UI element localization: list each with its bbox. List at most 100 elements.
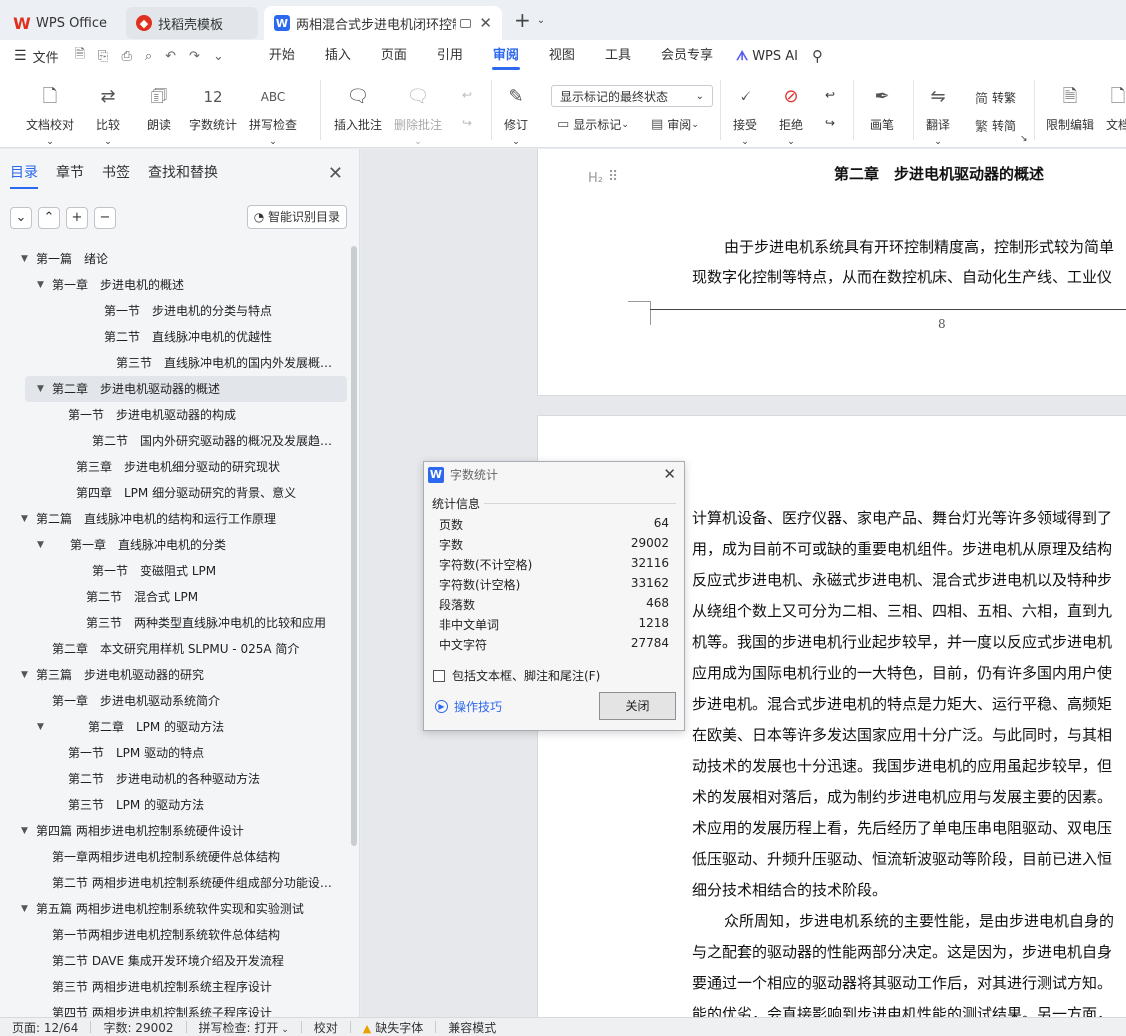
toc-item[interactable]: ▼ 第二章 LPM 的驱动方法 [0, 714, 352, 740]
to-simplified-button[interactable]: 繁 转简 [975, 116, 1016, 135]
tab-document[interactable]: W 两相混合式步进电机闭环控制系 ✕ [264, 6, 502, 40]
read-aloud-button[interactable]: 🗊 朗读 [147, 84, 171, 133]
toc-item[interactable]: 第一节 步进电机的分类与特点 [0, 298, 352, 324]
caret-down-icon[interactable]: ▼ [37, 532, 44, 558]
file-menu[interactable]: ☰ 文件 [14, 47, 59, 66]
new-tab-icon[interactable]: + [514, 8, 531, 32]
toc-item[interactable]: ▼ 第五篇 两相步进电机控制系统软件实现和实验测试 [0, 896, 352, 922]
review-pane-button[interactable]: ▤ 审阅 ⌄ [651, 116, 699, 133]
toc-item[interactable]: 第四章 LPM 细分驱动研究的背景、意义 [0, 480, 352, 506]
page-indicator[interactable]: 页面: 12/64 [0, 1019, 90, 1036]
toc-item[interactable]: 第三节 直线脉冲电机的国内外发展概… [0, 350, 352, 376]
tab-member[interactable]: 会员专享 [646, 40, 728, 72]
caret-down-icon[interactable]: ▼ [21, 506, 28, 532]
dialog-title-bar[interactable]: W 字数统计 [424, 462, 684, 487]
toc-item[interactable]: ▼ 第三篇 步进电机驱动器的研究 [0, 662, 352, 688]
translate-button[interactable]: ⇋ 翻译 ⌄ [926, 84, 950, 147]
toc-item-active[interactable]: ▼ 第二章 步进电机驱动器的概述 [25, 376, 347, 402]
proofread-button[interactable]: 🗋 文档校对 ⌄ [26, 84, 74, 147]
previous-comment-icon[interactable]: ↩ [462, 88, 472, 102]
tab-bookmarks[interactable]: 书签 [102, 149, 130, 197]
toc-item[interactable]: 第二节 国内外研究驱动器的概况及发展趋… [0, 428, 352, 454]
more-icon[interactable]: ⌄ [213, 49, 224, 64]
to-traditional-button[interactable]: 简 转繁 [975, 88, 1016, 107]
caret-down-icon[interactable]: ▼ [37, 376, 44, 402]
close-dialog-icon[interactable]: ✕ [663, 465, 676, 483]
toc-item[interactable]: 第二节 DAVE 集成开发环境介绍及开发流程 [0, 948, 352, 974]
caret-down-icon[interactable]: ▼ [21, 818, 28, 844]
tab-docer-templates[interactable]: ◆ 找稻壳模板 [126, 7, 258, 39]
accept-button[interactable]: 🗸 接受 ⌄ [733, 84, 757, 147]
toc-item[interactable]: 第三节 两种类型直线脉冲电机的比较和应用 [0, 610, 352, 636]
wps-ai-button[interactable]: ᗑ WPS AI [736, 49, 798, 64]
toc-item[interactable]: ▼ 第四篇 两相步进电机控制系统硬件设计 [0, 818, 352, 844]
toc-item[interactable]: 第三节 LPM 的驱动方法 [0, 792, 352, 818]
toc-item[interactable]: 第一章 步进电机驱动系统简介 [0, 688, 352, 714]
close-tab-icon[interactable]: ✕ [479, 14, 492, 32]
word-count-button[interactable]: 12 字数统计 [189, 84, 237, 133]
toc-item[interactable]: 第三章 步进电机细分驱动的研究现状 [0, 454, 352, 480]
toc-item[interactable]: 第一节 LPM 驱动的特点 [0, 740, 352, 766]
dialog-launcher-icon[interactable]: ↘ [1020, 134, 1028, 144]
tab-view[interactable]: 视图 [534, 40, 590, 72]
reject-button[interactable]: ⊘ 拒绝 ⌄ [779, 84, 803, 147]
word-count-indicator[interactable]: 字数: 29002 [91, 1019, 185, 1036]
tab-sections[interactable]: 章节 [56, 149, 84, 197]
search-icon[interactable]: ⚲ [812, 47, 823, 65]
save-icon[interactable]: 🗎 [75, 45, 85, 67]
tab-toc[interactable]: 目录 [10, 149, 38, 197]
close-pane-icon[interactable]: ✕ [328, 163, 343, 184]
smart-toc-button[interactable]: ◔ 智能识别目录 [246, 205, 347, 229]
toc-item[interactable]: 第一章两相步进电机控制系统硬件总体结构 [0, 844, 352, 870]
toc-item[interactable]: 第二节 直线脉冲电机的优越性 [0, 324, 352, 350]
caret-down-icon[interactable]: ▼ [37, 714, 44, 740]
caret-down-icon[interactable]: ▼ [21, 246, 28, 272]
caret-down-icon[interactable]: ▼ [37, 272, 44, 298]
document-page[interactable]: H₂ ⠿ 第二章 步进电机驱动器的概述 由于步进电机系统具有开环控制精度高，控制… [537, 149, 1126, 396]
toc-item[interactable]: ▼ 第一章 步进电机的概述 [0, 272, 352, 298]
drag-handle-icon[interactable]: ⠿ [608, 169, 618, 185]
checkbox-box[interactable] [433, 669, 445, 682]
tab-reference[interactable]: 引用 [422, 40, 478, 72]
tips-link[interactable]: ▶ 操作技巧 [435, 698, 502, 715]
chevron-down-icon[interactable]: ⌄ [537, 15, 545, 26]
document-more-button[interactable]: 🗋 文档 [1106, 84, 1126, 133]
tab-find-replace[interactable]: 查找和替换 [148, 149, 218, 197]
collapse-all-icon[interactable]: ⌃ [38, 207, 60, 229]
toc-item[interactable]: 第三节 两相步进电机控制系统主程序设计 [0, 974, 352, 1000]
redo-icon[interactable]: ↷ [189, 49, 200, 64]
toc-item[interactable]: 第二节 步进电动机的各种驱动方法 [0, 766, 352, 792]
sidebar-scrollbar[interactable] [351, 246, 357, 846]
add-heading-icon[interactable]: + [66, 207, 88, 229]
revise-button[interactable]: ✎ 修订 ⌄ [504, 84, 528, 147]
toc-item[interactable]: ▼ 第一章 直线脉冲电机的分类 [0, 532, 352, 558]
next-revision-icon[interactable]: ↪ [825, 116, 835, 130]
caret-down-icon[interactable]: ▼ [21, 662, 28, 688]
toc-item[interactable]: 第二节 混合式 LPM [0, 584, 352, 610]
tab-page[interactable]: 页面 [366, 40, 422, 72]
tab-insert[interactable]: 插入 [310, 40, 366, 72]
include-textbox-checkbox[interactable]: 包括文本框、脚注和尾注(F) [433, 667, 600, 684]
delete-comment-button[interactable]: 🗨 删除批注 ⌄ [394, 84, 442, 147]
caret-down-icon[interactable]: ▼ [21, 896, 28, 922]
compare-button[interactable]: ⇄ 比较 ⌄ [96, 84, 120, 147]
print-icon[interactable]: ⎙ [121, 49, 131, 64]
proof-indicator[interactable]: 校对 [302, 1019, 350, 1036]
toc-item[interactable]: ▼ 第一篇 绪论 [0, 246, 352, 272]
restrict-edit-button[interactable]: 🗎 限制编辑 [1046, 84, 1094, 133]
toc-item[interactable]: 第一节两相步进电机控制系统软件总体结构 [0, 922, 352, 948]
expand-all-icon[interactable]: ⌄ [10, 207, 32, 229]
missing-fonts-indicator[interactable]: ▲ 缺失字体 [351, 1019, 435, 1036]
tab-tools[interactable]: 工具 [590, 40, 646, 72]
toc-item[interactable]: ▼ 第二篇 直线脉冲电机的结构和运行工作原理 [0, 506, 352, 532]
close-button[interactable]: 关闭 [599, 692, 676, 720]
previous-revision-icon[interactable]: ↩ [825, 88, 835, 102]
tab-wps-office[interactable]: W WPS Office [4, 7, 122, 39]
toc-item[interactable]: 第一节 步进电机驱动器的构成 [0, 402, 352, 428]
pen-button[interactable]: ✒ 画笔 [870, 84, 894, 133]
markup-mode-select[interactable]: 显示标记的最终状态 ⌄ [551, 85, 713, 107]
show-markup-button[interactable]: ▭ 显示标记 ⌄ [557, 116, 629, 133]
spell-check-indicator[interactable]: 拼写检查: 打开 ⌄ [187, 1019, 301, 1036]
tab-review[interactable]: 审阅 [478, 40, 534, 72]
undo-icon[interactable]: ↶ [165, 49, 176, 64]
